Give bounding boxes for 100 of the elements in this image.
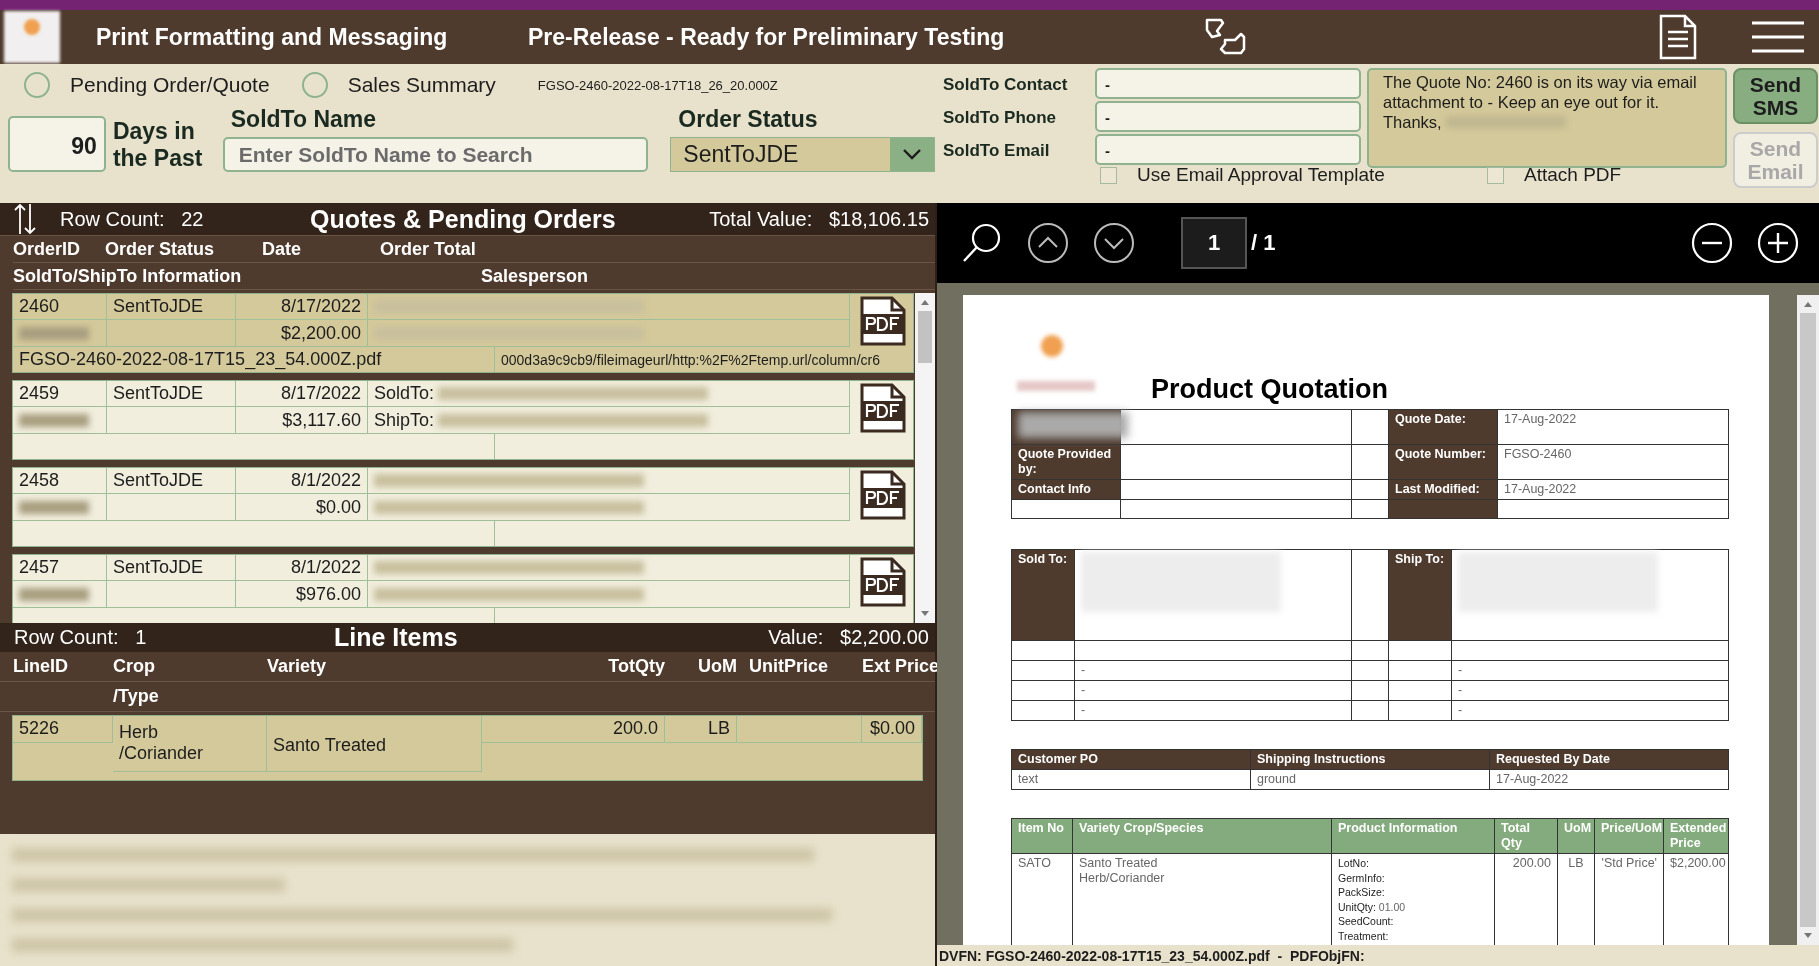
logo-icon	[4, 11, 60, 63]
contact-field[interactable]: -	[1095, 134, 1361, 165]
table-cell: -	[1451, 660, 1729, 681]
column-header: UoM	[697, 656, 737, 677]
column-header: Salesperson	[481, 265, 589, 287]
column-header: Date	[262, 238, 302, 260]
scrollbar[interactable]	[915, 293, 935, 623]
table-cell: -	[1074, 700, 1352, 721]
column-header: Crop	[113, 656, 156, 677]
page-down-icon[interactable]	[1093, 222, 1135, 264]
line-item-row[interactable]: 5226 Herb /Coriander Santo Treated 200.0 LB $0.00	[12, 715, 923, 781]
table-cell: 17-Aug-2022	[1497, 409, 1729, 445]
status-dropdown[interactable]: SentToJDE	[670, 137, 935, 172]
table-cell: 5226	[13, 716, 113, 743]
info-line: SeedCount:	[1338, 914, 1395, 929]
info-line: GermInfo:	[1338, 870, 1386, 885]
pdf-icon[interactable]	[858, 469, 907, 520]
radio-icon[interactable]	[24, 72, 50, 98]
days-label: Days in the Past	[111, 118, 204, 172]
field-label: SoldTo Name	[230, 106, 378, 133]
pdf-icon[interactable]	[858, 556, 907, 607]
scroll-thumb[interactable]	[918, 311, 932, 363]
checkbox[interactable]	[1100, 166, 1117, 184]
table-cell: 17-Aug-2022	[1497, 479, 1729, 500]
status-text: DVFN: FGSO-2460-2022-08-17T15_23_54.000Z.pdf - PDFObjFN:	[939, 948, 1365, 964]
table-cell: Herb /Coriander	[113, 716, 267, 772]
table-cell: ground	[1250, 769, 1490, 790]
table-header: Product Information	[1331, 818, 1495, 854]
table-cell: 8/17/2022	[236, 294, 368, 320]
table-header: Requested By Date	[1489, 749, 1729, 770]
sort-icon[interactable]	[14, 203, 36, 235]
scroll-thumb[interactable]	[1800, 313, 1816, 927]
pdf-icon[interactable]	[858, 382, 907, 433]
zoom-in-icon[interactable]	[1757, 222, 1799, 264]
order-row[interactable]: 2459 SentToJDE 8/17/2022 SoldTo: $3,117.60 ShipTo:	[12, 380, 914, 460]
table-cell: 8/1/2022	[236, 468, 368, 494]
page-up-icon[interactable]	[1027, 222, 1069, 264]
page-total: / 1	[1251, 230, 1276, 256]
field-label: SoldTo Email	[943, 140, 1051, 162]
table-cell: SentToJDE	[107, 294, 236, 320]
column-header: LineID	[13, 656, 69, 677]
redacted-text	[19, 326, 89, 340]
document-icon[interactable]	[1659, 14, 1697, 60]
scrollbar[interactable]	[1797, 295, 1819, 945]
message-box[interactable]: The Quote No: 2460 is on its way via email attachment to - Keep an eye out for it. Thanks,	[1367, 68, 1727, 168]
radio-option[interactable]: Sales Summary	[301, 72, 496, 98]
search-icon[interactable]	[961, 222, 1003, 264]
file-url: 000d3a9c9cb9/fileimageurl/http:%2F%2Ftemp.url/column/cr6	[501, 351, 880, 368]
row-count: Row Count: 22	[60, 207, 205, 231]
contact-field[interactable]: -	[1095, 101, 1361, 132]
zoom-out-icon[interactable]	[1691, 222, 1733, 264]
order-row[interactable]: 2458 SentToJDE 8/1/2022 $0.00	[12, 467, 914, 547]
table-cell: 2457	[13, 555, 107, 581]
radio-icon[interactable]	[301, 72, 328, 98]
table-cell: $0.00	[862, 716, 922, 743]
field-label: SoldTo Phone	[943, 107, 1057, 129]
order-row[interactable]: 2460 SentToJDE 8/17/2022 $2,200.00 FGSO-2460-2022-08-17T15_23_54.000Z.pdf 000d3a9c9cb9/fileimageurl/http:%2F%2Ftemp.url/column/cr6	[12, 293, 914, 373]
send-button[interactable]: Send SMS	[1733, 68, 1818, 124]
table-cell: Santo Treated	[267, 716, 482, 772]
chevron-icon	[903, 149, 921, 160]
table-header: Extended Price	[1663, 818, 1729, 854]
table-cell: -	[1074, 660, 1352, 681]
column-header: SoldTo/ShipTo Information	[13, 265, 243, 287]
column-header: OrderID	[13, 238, 82, 260]
table-header: UoM	[1557, 818, 1595, 854]
table-cell: Sold To:	[1011, 549, 1075, 641]
redacted-text	[19, 587, 89, 601]
info-line: LotNo:	[1338, 856, 1370, 871]
column-header: /Type	[113, 686, 160, 707]
order-row[interactable]: 2457 SentToJDE 8/1/2022 $976.00	[12, 554, 914, 623]
redacted-text	[19, 413, 89, 427]
section-title: Quotes & Pending Orders	[310, 204, 617, 234]
table-cell: 200.0	[482, 716, 665, 743]
page-field[interactable]: 1	[1181, 217, 1247, 269]
table-cell: $3,117.60	[236, 407, 368, 434]
table-cell: LB	[665, 716, 737, 743]
table-cell: Quote Provided by:	[1011, 444, 1121, 480]
info-line: PackSize:	[1338, 885, 1386, 900]
column-header: UnitPrice	[748, 656, 830, 677]
radio-option[interactable]: Pending Order/Quote	[24, 72, 270, 98]
days-field[interactable]: 90	[8, 116, 106, 172]
search-field[interactable]: Enter SoldTo Name to Search	[222, 137, 648, 172]
table-cell: -	[1451, 680, 1729, 701]
table-header: Item No	[1011, 818, 1073, 854]
field-label: Order Status	[678, 106, 819, 133]
column-header: Order Status	[105, 238, 216, 260]
table-header: Shipping Instructions	[1250, 749, 1490, 770]
redacted-text	[19, 500, 89, 514]
table-header: Variety Crop/Species	[1072, 818, 1332, 854]
table-cell: Quote Date:	[1388, 409, 1498, 445]
table-cell-text: Herb/Coriander	[1079, 871, 1166, 886]
info-line: UnitQty: 01.00	[1338, 899, 1407, 914]
row-count: Row Count: 1	[14, 626, 148, 649]
table-cell: text	[1011, 769, 1251, 790]
app-title: Print Formatting and Messaging	[96, 23, 449, 51]
info-line: Treatment:	[1338, 928, 1390, 943]
pdf-icon[interactable]	[858, 295, 907, 346]
total-value: Total Value: $18,106.15	[709, 207, 929, 231]
menu-icon[interactable]	[1751, 20, 1805, 54]
contact-field[interactable]: -	[1095, 68, 1361, 99]
